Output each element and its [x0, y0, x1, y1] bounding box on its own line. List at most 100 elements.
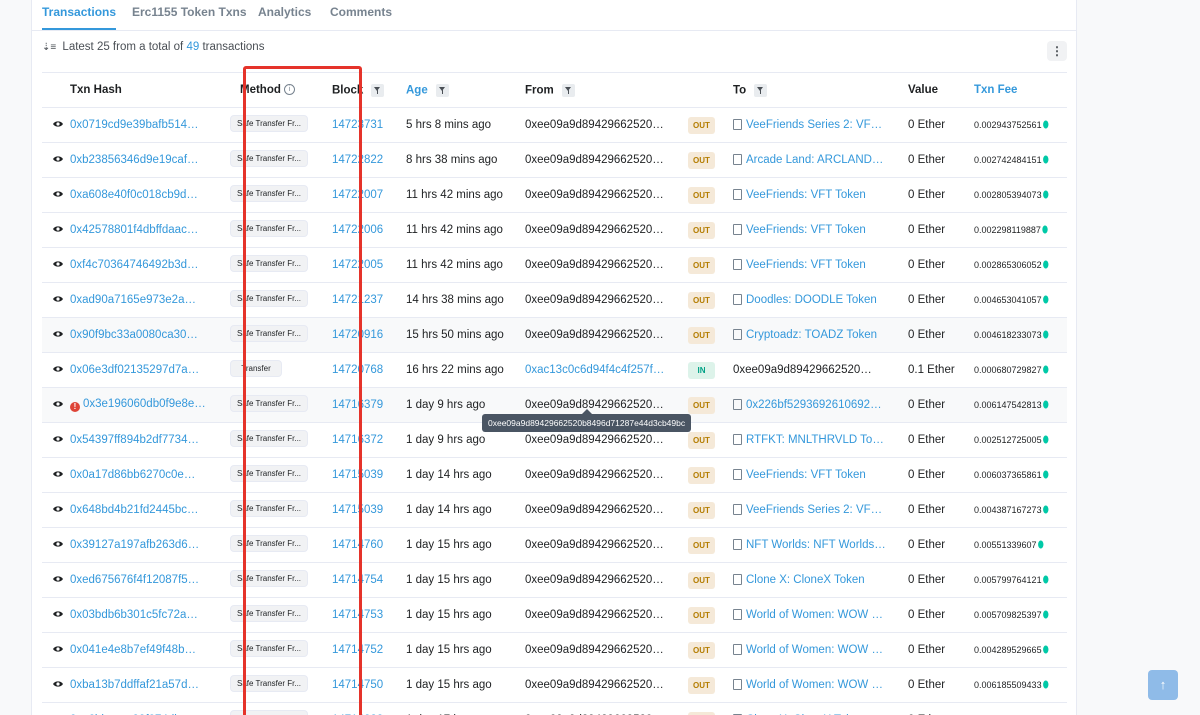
eye-icon[interactable]	[52, 293, 64, 305]
to-cell: VeeFriends Series 2: VF…	[733, 107, 908, 143]
to-address[interactable]: VeeFriends: VFT Token	[746, 189, 866, 201]
block-link[interactable]: 14714753	[332, 609, 383, 621]
row-preview-cell	[42, 422, 70, 458]
eye-icon[interactable]	[52, 433, 64, 445]
to-address[interactable]: VeeFriends: VFT Token	[746, 259, 866, 271]
block-link[interactable]: 14715039	[332, 469, 383, 481]
to-address[interactable]: NFT Worlds: NFT Worlds…	[746, 539, 886, 551]
gas-icon: ⬮	[1042, 610, 1049, 621]
more-options-icon[interactable]: ⋮	[1047, 41, 1067, 61]
txn-hash-link[interactable]: 0x0a17d86bb6270c0e56…	[70, 469, 200, 481]
block-link[interactable]: 14722822	[332, 154, 383, 166]
block-link[interactable]: 14714760	[332, 539, 383, 551]
txn-hash-link[interactable]: 0xad90a7165e973e2a53…	[70, 294, 200, 306]
to-address[interactable]: RTFKT: MNLTHRVLD To…	[746, 434, 884, 446]
to-address[interactable]: World of Women: WOW …	[746, 609, 883, 621]
txn-hash-link[interactable]: 0x0719cd9e39bafb514c…	[70, 119, 200, 131]
txn-hash-link[interactable]: 0x42578801f4dbffdaac0…	[70, 224, 200, 236]
tab-analytics[interactable]: Analytics	[258, 0, 311, 28]
from-address: 0xee09a9d89429662520…	[525, 118, 664, 131]
to-address[interactable]: Doodles: DOODLE Token	[746, 294, 877, 306]
block-link[interactable]: 14714752	[332, 644, 383, 656]
to-address[interactable]: World of Women: WOW …	[746, 644, 883, 656]
to-address[interactable]: Arcade Land: ARCLAND…	[746, 154, 883, 166]
txn-hash-link[interactable]: 0x54397ff894b2df7734d…	[70, 434, 200, 446]
txn-hash-link[interactable]: 0x3e196060db0f9e8e5c…	[83, 398, 207, 410]
txn-hash-link[interactable]: 0x06e3df02135297d7a8…	[70, 364, 200, 376]
filter-icon[interactable]	[435, 83, 449, 97]
eye-icon[interactable]	[52, 258, 64, 270]
tab-erc1155-token-txns[interactable]: Erc1155 Token Txns	[132, 0, 247, 28]
block-link[interactable]: 14720916	[332, 329, 383, 341]
info-icon[interactable]: i	[283, 84, 295, 96]
block-link[interactable]: 14714750	[332, 679, 383, 691]
fee-cell: 0.00551339607⬮	[974, 527, 1067, 563]
txn-hash-link[interactable]: 0x39127a197afb263d65…	[70, 539, 200, 551]
eye-icon[interactable]	[52, 468, 64, 480]
eye-icon[interactable]	[52, 118, 64, 130]
filter-icon[interactable]	[754, 83, 768, 97]
eye-icon[interactable]	[52, 503, 64, 515]
to-address[interactable]: VeeFriends: VFT Token	[746, 469, 866, 481]
from-address: 0xee09a9d89429662520…	[525, 538, 664, 551]
txn-hash-link[interactable]: 0x90f9bc33a0080ca30cd…	[70, 329, 200, 341]
value-header-label: Value	[908, 84, 939, 96]
txn-hash-link[interactable]: 0xed675676f4f12087f5e…	[70, 574, 200, 586]
direction-badge: OUT	[688, 256, 715, 274]
to-address[interactable]: World of Women: WOW …	[746, 679, 883, 691]
scroll-to-top-button[interactable]: ↑	[1148, 670, 1178, 700]
tab-transactions[interactable]: Transactions	[42, 0, 117, 30]
to-address[interactable]: VeeFriends Series 2: VF…	[746, 119, 882, 131]
from-address[interactable]: 0xac13c0c6d94f4c4f257f…	[525, 364, 664, 376]
eye-icon[interactable]	[52, 678, 64, 690]
tab-comments[interactable]: Comments	[330, 0, 392, 28]
block-link[interactable]: 14722006	[332, 224, 383, 236]
method-badge: Safe Transfer Fr...	[230, 675, 308, 692]
eye-icon[interactable]	[52, 153, 64, 165]
to-address[interactable]: Clone X: CloneX Token	[746, 574, 865, 586]
txn-hash-link[interactable]: 0x041e4e8b7ef49f48b98…	[70, 644, 200, 656]
age-header[interactable]: Age	[406, 72, 525, 108]
block-link[interactable]: 14716372	[332, 434, 383, 446]
block-link[interactable]: 14716379	[332, 399, 383, 411]
txn-fee-header[interactable]: Txn Fee	[974, 72, 1067, 108]
txn-hash-link[interactable]: 0x648bd4b21fd2445bc7…	[70, 504, 200, 516]
eye-icon[interactable]	[52, 223, 64, 235]
txn-hash-link[interactable]: 0xb23856346d9e19caf2…	[70, 154, 200, 166]
eye-icon[interactable]	[52, 573, 64, 585]
filter-icon[interactable]	[561, 83, 575, 97]
eye-icon[interactable]	[52, 188, 64, 200]
filter-icon[interactable]	[371, 83, 385, 97]
value-text: 0 Ether	[908, 224, 946, 236]
block-link[interactable]: 14722005	[332, 259, 383, 271]
to-address[interactable]: VeeFriends: VFT Token	[746, 224, 866, 236]
block-cell: 14714760	[332, 527, 406, 563]
block-link[interactable]: 14714754	[332, 574, 383, 586]
block-link[interactable]: 14722007	[332, 189, 383, 201]
from-address: 0xee09a9d89429662520…	[525, 643, 664, 656]
block-link[interactable]: 14715039	[332, 504, 383, 516]
txn-hash-link[interactable]: 0xba13b7ddffaf21a57db…	[70, 679, 200, 691]
eye-icon[interactable]	[52, 398, 64, 410]
block-link[interactable]: 14720768	[332, 364, 383, 376]
txn-hash-link[interactable]: 0xf4c70364746492b3db…	[70, 259, 200, 271]
txn-hash-link[interactable]: 0xa608e40f0c018cb9d1…	[70, 189, 200, 201]
eye-icon[interactable]	[52, 608, 64, 620]
txn-hash-link[interactable]: 0x03bdb6b301c5fc72ae…	[70, 609, 200, 621]
eye-icon[interactable]	[52, 328, 64, 340]
to-address[interactable]: Cryptoadz: TOADZ Token	[746, 329, 877, 341]
table-row: 0xf4c70364746492b3db… Safe Transfer Fr...…	[42, 247, 1067, 283]
eye-icon[interactable]	[52, 363, 64, 375]
gas-icon: ⬮	[1042, 190, 1049, 201]
block-link[interactable]: 14721237	[332, 294, 383, 306]
block-link[interactable]: 14723731	[332, 119, 383, 131]
eye-icon[interactable]	[52, 643, 64, 655]
to-address[interactable]: 0x226bf5293692610692…	[746, 399, 882, 411]
summary-total-link[interactable]: 49	[186, 41, 199, 53]
method-badge: Safe Transfer Fr...	[230, 395, 308, 412]
age-header-label[interactable]: Age	[406, 84, 428, 96]
arrow-up-icon: ↑	[1159, 677, 1167, 692]
txn-fee-header-label[interactable]: Txn Fee	[974, 84, 1017, 96]
to-address[interactable]: VeeFriends Series 2: VF…	[746, 504, 882, 516]
eye-icon[interactable]	[52, 538, 64, 550]
